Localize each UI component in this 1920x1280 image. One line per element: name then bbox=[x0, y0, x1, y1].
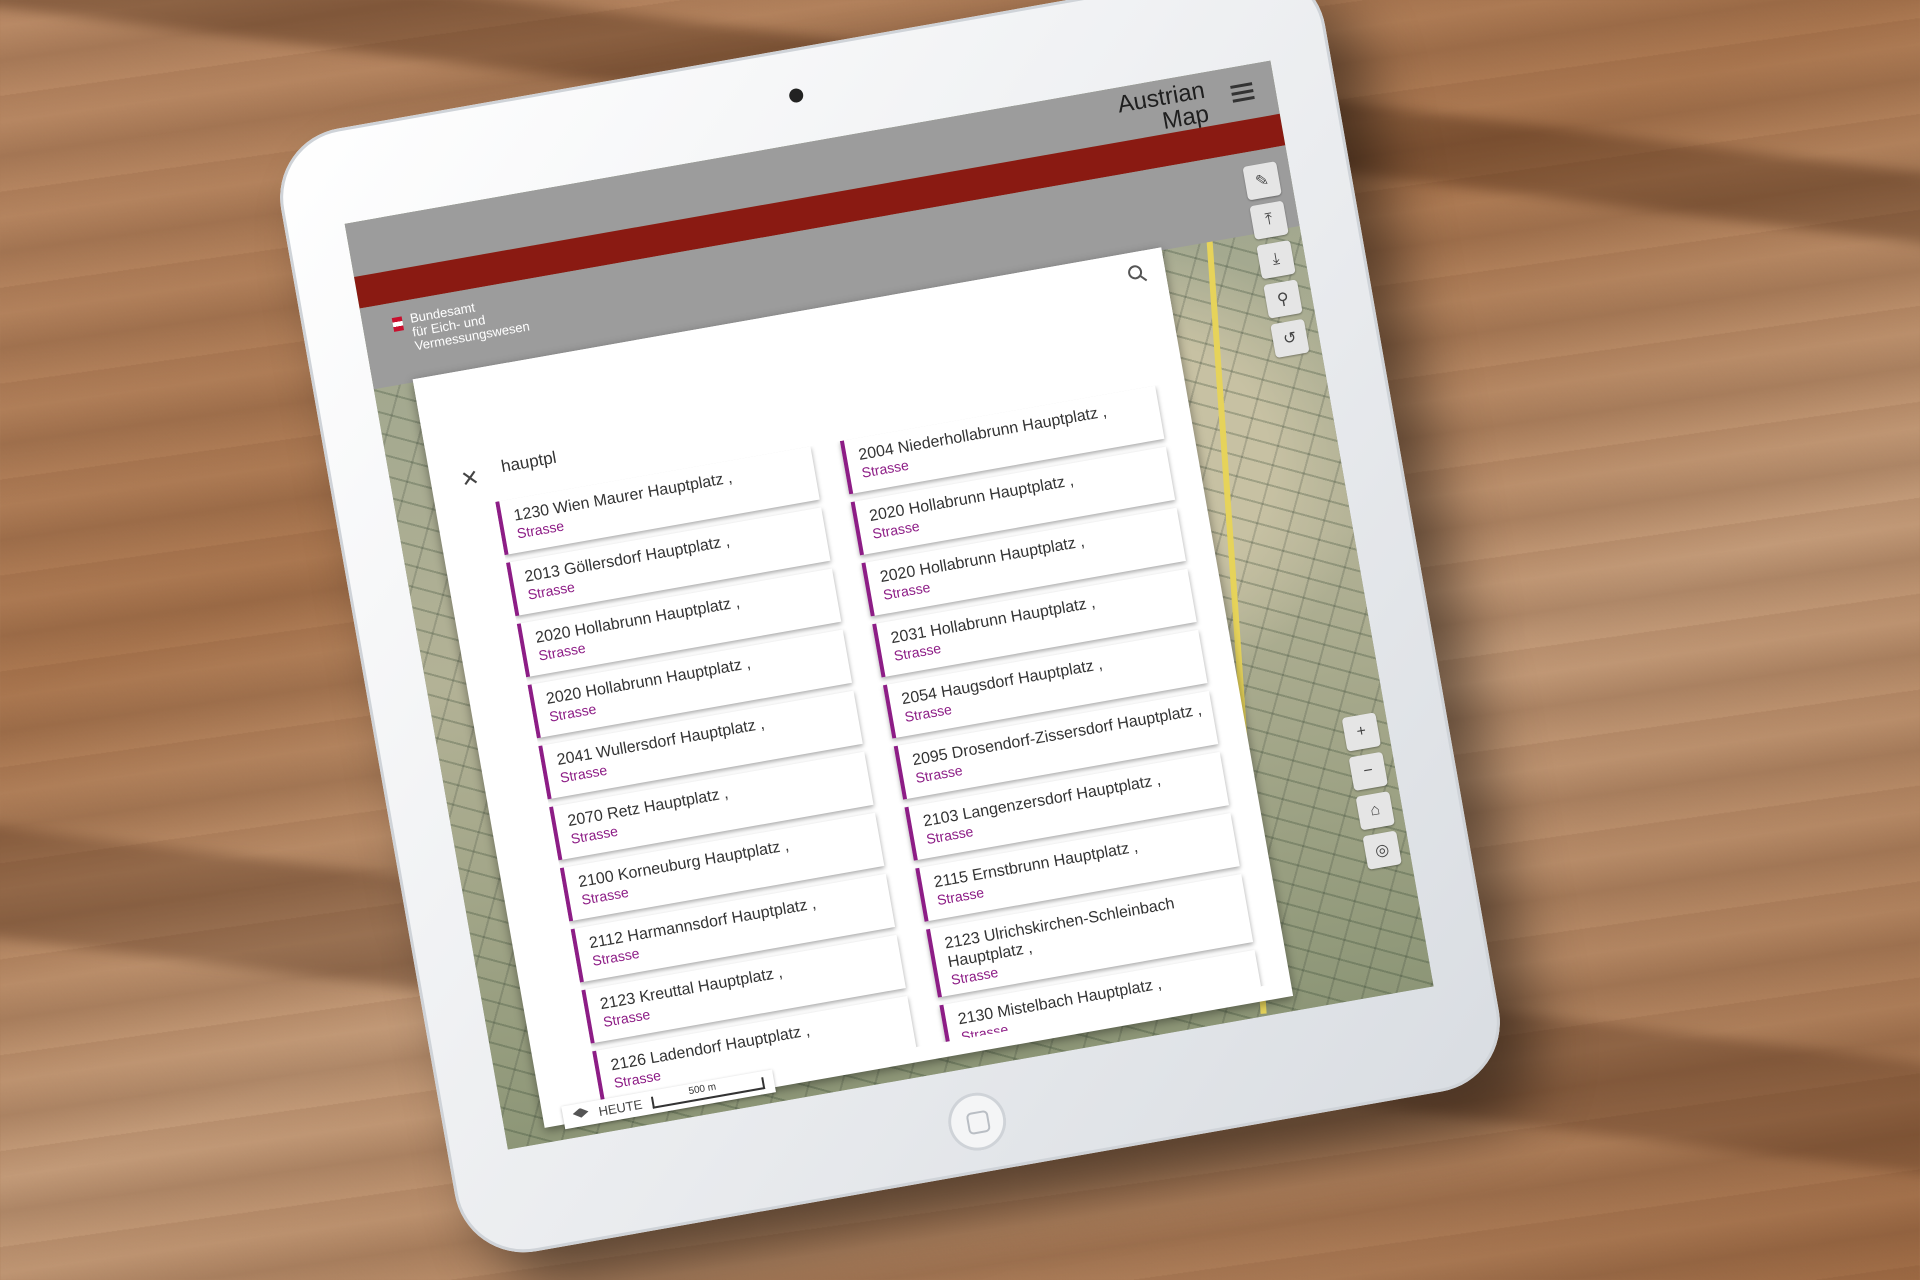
locate-me-icon[interactable]: ◎ bbox=[1362, 830, 1402, 870]
home-view-icon[interactable]: ⌂ bbox=[1355, 791, 1395, 831]
zoom-out-button[interactable]: − bbox=[1348, 751, 1388, 792]
app-screen: Austrian Map Bundesamt für Eich- und Ver… bbox=[344, 60, 1434, 1150]
history-icon[interactable]: ↺ bbox=[1270, 318, 1310, 359]
search-results: 1230 Wien Maurer Hauptplatz , Strasse 201… bbox=[495, 382, 1280, 1103]
zoom-in-button[interactable]: + bbox=[1341, 712, 1382, 752]
draw-pencil-icon[interactable]: ✎ bbox=[1242, 161, 1282, 201]
hamburger-menu-icon[interactable] bbox=[1230, 82, 1255, 103]
results-column-left: 1230 Wien Maurer Hauptplatz , Strasse 201… bbox=[495, 446, 918, 1103]
layer-label[interactable]: HEUTE bbox=[597, 1097, 643, 1119]
close-icon[interactable]: ✕ bbox=[459, 465, 482, 494]
scale-label: 500 m bbox=[687, 1081, 717, 1097]
results-column-right: 2004 Niederhollabrunn Hauptplatz , Strass… bbox=[839, 385, 1265, 1067]
search-panel: ✕ 1230 Wien Maurer Hauptplatz ,Strasse 2… bbox=[412, 247, 1294, 1128]
search-icon[interactable] bbox=[1126, 262, 1149, 285]
agency-logo: Bundesamt für Eich- und Vermessungswesen bbox=[391, 292, 531, 357]
layers-icon[interactable] bbox=[572, 1107, 590, 1124]
download-icon[interactable]: ⤓ bbox=[1256, 239, 1296, 280]
upload-icon[interactable]: ⤒ bbox=[1249, 200, 1289, 240]
tablet-device: Austrian Map Bundesamt für Eich- und Ver… bbox=[269, 0, 1511, 1264]
austria-flag-icon bbox=[391, 316, 405, 332]
location-pin-icon[interactable]: ⚲ bbox=[1263, 279, 1303, 319]
